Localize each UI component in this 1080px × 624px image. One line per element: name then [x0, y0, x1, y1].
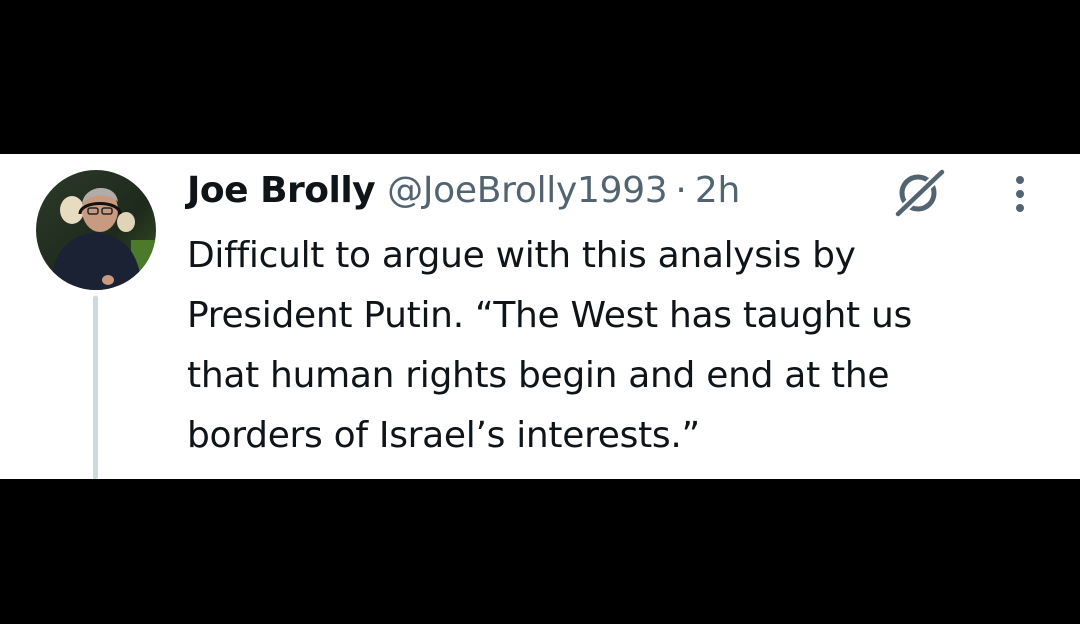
tweet-text-line: President Putin. “The West has taught us [187, 295, 912, 336]
tweet-text-line: Difficult to argue with this analysis by [187, 235, 856, 276]
header-separator: · [675, 170, 687, 211]
tweet-header: Joe Brolly @JoeBrolly1993 · 2h [187, 168, 740, 214]
author-handle[interactable]: @JoeBrolly1993 [387, 168, 668, 214]
avatar-photo-icon [36, 170, 156, 290]
tweet-text-line: that human rights begin and end at the [187, 355, 890, 396]
avatar[interactable] [36, 170, 156, 290]
more-vertical-icon[interactable] [1006, 172, 1034, 216]
grok-slash-icon[interactable] [890, 164, 946, 220]
author-display-name[interactable]: Joe Brolly [187, 168, 376, 214]
tweet-card[interactable]: Joe Brolly @JoeBrolly1993 · 2h Difficult… [0, 154, 1080, 479]
tweet-text-line: borders of Israel’s interests.” [187, 415, 700, 456]
tweet-text: Difficult to argue with this analysis by… [187, 226, 1057, 466]
tweet-timestamp[interactable]: 2h [695, 168, 740, 214]
thread-line [93, 296, 98, 479]
screen: Joe Brolly @JoeBrolly1993 · 2h Difficult… [0, 0, 1080, 624]
